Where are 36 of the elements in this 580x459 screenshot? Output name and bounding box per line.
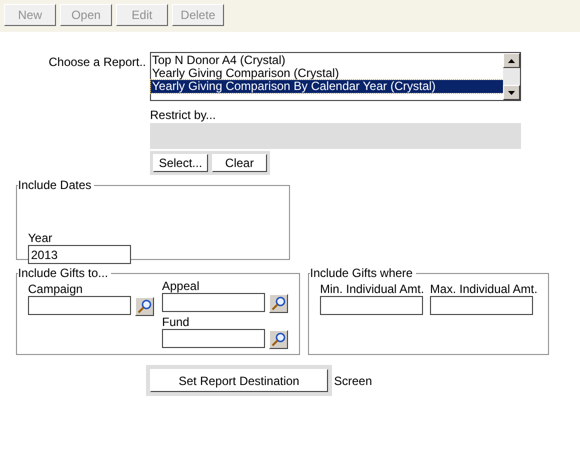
field-label: Min. Individual Amt.: [320, 282, 424, 296]
destination-button[interactable]: Set Report Destination: [150, 369, 328, 392]
input-field[interactable]: [320, 296, 423, 315]
up-arrow-icon: [508, 58, 515, 62]
list-item[interactable]: Yearly Giving Comparison By Calendar Year (Crystal): [151, 80, 503, 93]
input-field[interactable]: [162, 293, 265, 312]
scroll-up-button[interactable]: [503, 53, 520, 68]
search-icon: [271, 332, 286, 347]
search-button[interactable]: [269, 294, 288, 313]
group-title: Include Dates: [18, 177, 92, 194]
search-button[interactable]: [269, 330, 288, 349]
field-label: Restrict by...: [150, 108, 217, 122]
field-label: Fund: [162, 315, 190, 329]
input-field[interactable]: [28, 296, 131, 315]
field-label: Max. Individual Amt.: [430, 282, 538, 296]
list-item[interactable]: Yearly Giving Comparison (Crystal): [151, 67, 503, 80]
scrollbar[interactable]: [503, 53, 520, 100]
field-label: Year: [28, 232, 54, 245]
destination-value: Screen: [334, 372, 372, 390]
group-title: Include Gifts where: [310, 265, 414, 282]
field-label: Campaign: [28, 282, 84, 296]
down-arrow-icon: [508, 90, 515, 94]
field-label: Appeal: [162, 280, 200, 293]
field-label: Choose a Report..: [48, 54, 147, 71]
scroll-down-button[interactable]: [503, 85, 520, 100]
action-button[interactable]: Select...: [153, 154, 208, 172]
search-button[interactable]: [135, 297, 154, 316]
search-icon: [271, 296, 286, 311]
list-item[interactable]: Top N Donor A4 (Crystal): [151, 54, 503, 67]
input-field[interactable]: [162, 329, 265, 348]
action-button[interactable]: Clear: [212, 154, 267, 172]
report-list[interactable]: Top N Donor A4 (Crystal) Yearly Giving Comparison (Crystal) Yearly Giving Comparison By Calendar Year (Crystal): [150, 52, 521, 101]
input-field[interactable]: 2013: [28, 245, 131, 264]
input-field[interactable]: [430, 296, 534, 315]
group-title: Include Gifts to...: [18, 265, 110, 282]
search-icon: [137, 299, 152, 314]
